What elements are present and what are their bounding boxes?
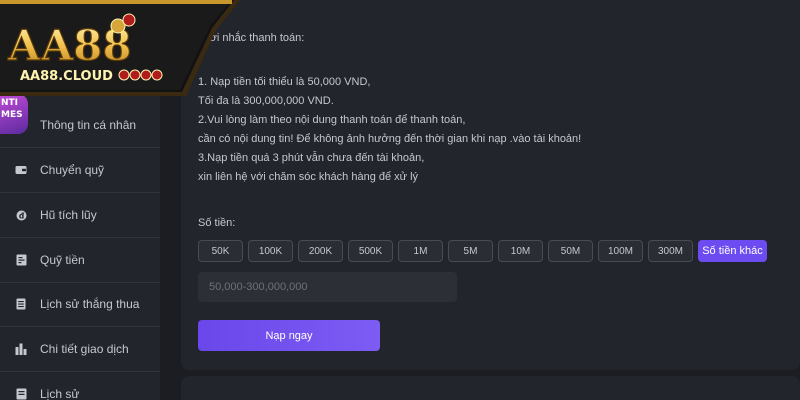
sidebar-item-label: Chuyển quỹ	[40, 163, 105, 177]
sidebar-item-label: Quỹ tiền	[40, 253, 85, 267]
sidebar-item-transaction-details[interactable]: Chi tiết giao dịch	[0, 327, 160, 371]
amount-label: Số tiền:	[198, 217, 236, 229]
notice-line: cần có nội dung tin! Để không ảnh hưởng …	[198, 133, 582, 145]
notice-line: 2.Vui lòng làm theo nội dung thanh toán …	[198, 114, 466, 126]
amount-chip-50k[interactable]: 50K	[198, 240, 243, 262]
bar-chart-icon	[14, 342, 28, 356]
sidebar-item-label: Lịch sử thắng thua	[40, 297, 140, 311]
brand-logo[interactable]: AA88 AA88.CLOUD	[0, 0, 240, 100]
coin-icon: đ	[14, 208, 28, 222]
document-icon	[14, 297, 28, 311]
amount-input[interactable]	[198, 272, 457, 302]
sidebar-item-savings-jar[interactable]: đ Hũ tích lũy	[0, 193, 160, 237]
logo-domain: AA88.CLOUD	[20, 69, 113, 84]
amount-chip-5m[interactable]: 5M	[448, 240, 493, 262]
logo-graphic: AA88 AA88.CLOUD	[0, 0, 240, 96]
notice-line: xin liên hệ với chăm sóc khách hàng để x…	[198, 171, 419, 183]
notice-line: 3.Nạp tiền quá 3 phút vẫn chưa đến tài k…	[198, 152, 425, 164]
amount-chip-1m[interactable]: 1M	[398, 240, 443, 262]
promo-badge-line: MES	[1, 110, 23, 120]
amount-chip-300m[interactable]: 300M	[648, 240, 693, 262]
amount-chip-100m[interactable]: 100M	[598, 240, 643, 262]
amount-chip-200k[interactable]: 200K	[298, 240, 343, 262]
wallet-icon	[14, 163, 28, 177]
amount-chip-other[interactable]: Số tiền khác	[698, 240, 767, 262]
deposit-now-button[interactable]: Nạp ngay	[198, 320, 380, 351]
sidebar-item-fund[interactable]: Quỹ tiền	[0, 238, 160, 282]
sidebar-item-transfer[interactable]: Chuyển quỹ	[0, 148, 160, 192]
amount-chip-10m[interactable]: 10M	[498, 240, 543, 262]
amount-chip-500k[interactable]: 500K	[348, 240, 393, 262]
sidebar-item-label: Hũ tích lũy	[40, 208, 97, 222]
sidebar-item-win-loss-history[interactable]: Lịch sử thắng thua	[0, 282, 160, 326]
sidebar-item-label: Chi tiết giao dịch	[40, 342, 129, 356]
fund-icon	[14, 253, 28, 267]
sidebar-item-label: Thông tin cá nhân	[40, 118, 137, 132]
sidebar-item-history[interactable]: Lịch sử	[0, 372, 160, 400]
amount-chip-50m[interactable]: 50M	[548, 240, 593, 262]
history-icon	[14, 387, 28, 400]
amount-chip-100k[interactable]: 100K	[248, 240, 293, 262]
deposit-panel	[181, 0, 800, 370]
next-panel-edge	[181, 376, 800, 400]
sidebar-item-label: Lịch sử	[40, 387, 80, 400]
svg-text:đ: đ	[18, 211, 24, 220]
